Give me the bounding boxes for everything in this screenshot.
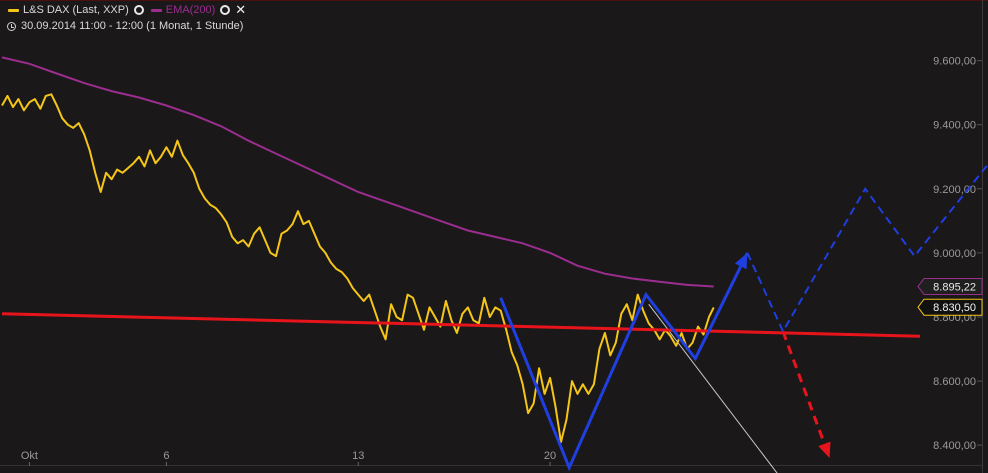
circle-settings-icon[interactable] [220,5,231,15]
close-x-icon[interactable]: ✕ [235,3,246,16]
y-tick-label: 9.400,00 [933,120,976,132]
last-value-label: 8.830,50 [933,302,976,314]
last-value-label: 8.895,22 [933,281,976,293]
price-series-label[interactable]: L&S DAX (Last, XXP) [23,4,129,16]
y-tick-label: 8.600,00 [933,376,976,388]
y-tick-label: 9.600,00 [933,56,976,68]
legend-row-series: L&S DAX (Last, XXP) EMA(200) ✕ [6,2,252,18]
ema-series-label[interactable]: EMA(200) [166,4,216,16]
x-tick-label: 13 [352,450,364,462]
last-value-tag: 8.830,50 [917,298,983,316]
chart-legend: L&S DAX (Last, XXP) EMA(200) ✕ 30.09.201… [6,2,252,34]
y-tick-label: 9.200,00 [933,184,976,196]
x-tick-label: 20 [544,450,556,462]
clock-icon [7,21,16,31]
price-series-swatch [8,8,19,12]
x-tick-label: 6 [163,450,169,462]
y-tick-label: 8.400,00 [933,440,976,452]
time-range-label: 30.09.2014 11:00 - 12:00 (1 Monat, 1 Stu… [21,20,244,32]
y-tick-label: 9.000,00 [933,248,976,260]
x-tick-label: Okt [21,450,38,462]
circle-settings-icon[interactable] [133,5,144,15]
legend-row-range: 30.09.2014 11:00 - 12:00 (1 Monat, 1 Stu… [6,18,252,34]
chart-canvas[interactable]: 8.400,008.600,008.800,009.000,009.200,00… [0,0,988,473]
last-value-tag: 8.895,22 [917,277,983,295]
ema-series-swatch [150,8,162,12]
